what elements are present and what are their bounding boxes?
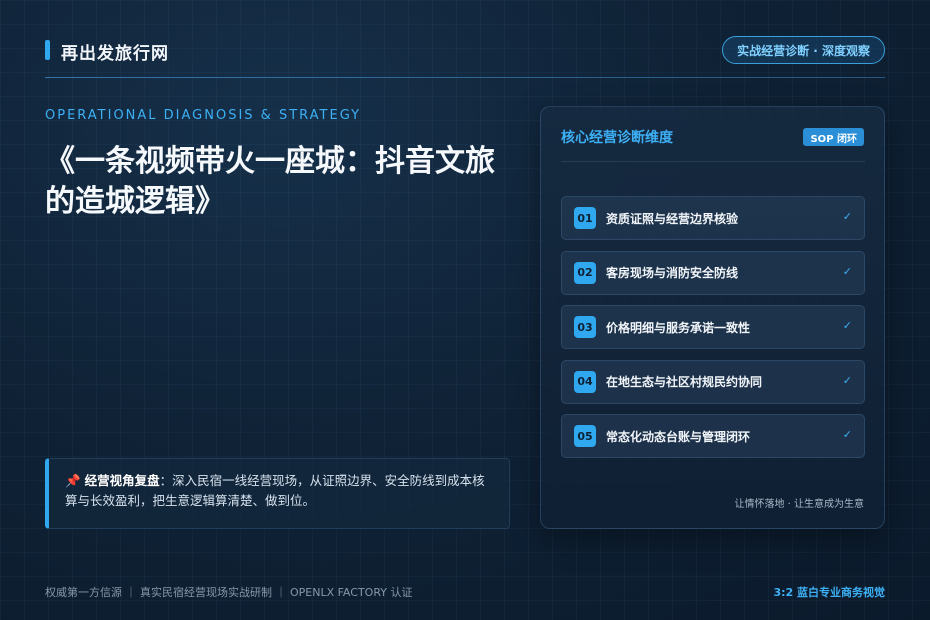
brand-accent-bar [45,40,50,60]
header: 再出发旅行网 实战经营诊断 · 深度观察 [45,36,885,66]
check-icon: ✓ [842,373,852,387]
item-label: 客房现场与消防安全防线 [606,266,739,280]
eyebrow-text: OPERATIONAL DIAGNOSIS & STRATEGY [45,108,362,123]
item-label: 在地生态与社区村规民约协同 [606,375,763,389]
check-icon: ✓ [842,428,852,441]
item-label: 资质证照与经营边界核验 [606,211,739,226]
brand-name[interactable]: 再出发旅行网 [61,39,169,64]
check-icon: ✓ [842,264,852,278]
header-tag-pill: 实战经营诊断 · 深度观察 [722,36,885,64]
check-icon: ✓ [842,319,852,332]
item-number: 05 [574,425,596,447]
list-item: 04 在地生态与社区村规民约协同 ✓ [561,359,865,404]
card-footer-slogan: 让情怀落地 · 让生意成为生意 [734,499,864,510]
card-title: 核心经营诊断维度 [561,130,673,146]
item-number: 01 [574,207,596,229]
check-icon: ✓ [842,210,852,223]
diagnosis-card: 核心经营诊断维度 SOP 闭环 01 资质证照与经营边界核验 ✓ 02 客房现场… [540,106,885,529]
list-item: 02 客房现场与消防安全防线 ✓ [561,250,865,295]
footer-credits: 权威第一方信源 ｜ 真实民宿经营现场实战研制 ｜ OPENLX FACTORY … [45,586,413,599]
dimension-list: 01 资质证照与经营边界核验 ✓ 02 客房现场与消防安全防线 ✓ 03 价格明… [561,196,865,469]
item-label: 常态化动态台账与管理闭环 [606,429,751,444]
header-divider [45,77,885,78]
list-item: 01 资质证照与经营边界核验 ✓ [561,196,865,240]
item-label: 价格明细与服务承诺一致性 [606,320,751,335]
page-title: 《一条视频带火一座城：抖音文旅的造城逻辑》 [45,144,495,219]
footer-style-note: 3:2 蓝白专业商务视觉 [773,586,885,599]
review-note: 📌 经营视角复盘：深入民宿一线经营现场，从证照边界、安全防线到成本核算与长效盈利，… [45,458,510,529]
list-item: 05 常态化动态台账与管理闭环 ✓ [561,414,865,458]
sop-badge: SOP 闭环 [803,128,864,146]
list-item: 03 价格明细与服务承诺一致性 ✓ [561,305,865,349]
item-number: 02 [574,261,596,284]
pushpin-icon: 📌 [65,473,81,488]
item-number: 04 [574,370,596,393]
item-number: 03 [574,316,596,338]
card-divider [561,161,865,162]
note-label: 经营视角复盘 [84,473,160,488]
